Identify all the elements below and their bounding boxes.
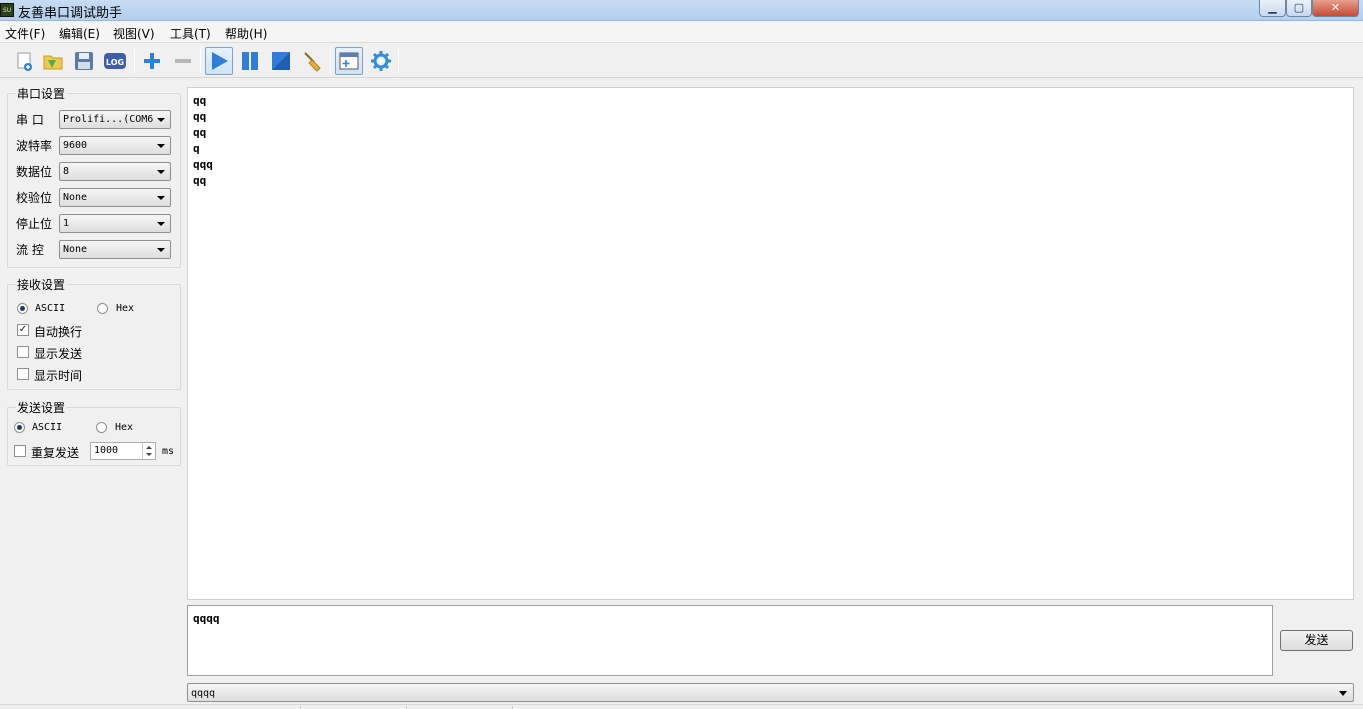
spin-down-icon[interactable] [146, 453, 152, 456]
flow-control-label: 流 控 [16, 243, 44, 257]
receive-line: q [193, 142, 200, 155]
toolbar-separator [134, 49, 135, 73]
layout-add-icon[interactable] [335, 47, 363, 75]
stop-bits-value: 1 [63, 218, 70, 229]
chevron-down-icon [157, 118, 165, 122]
app-icon: SU [0, 3, 14, 17]
receive-line: qq [193, 94, 207, 107]
receive-line: qqq [193, 158, 213, 171]
repeat-interval-spinbox[interactable]: 1000 [90, 442, 156, 460]
menu-tools[interactable]: 工具(T) [170, 25, 211, 42]
flow-control-combo[interactable]: None [59, 240, 171, 259]
menu-edit[interactable]: 编辑(E) [59, 25, 100, 42]
remove-icon[interactable] [169, 47, 197, 75]
receive-line: qq [193, 126, 207, 139]
show-time-label: 显示时间 [34, 369, 83, 383]
receive-settings-group: 接收设置 ASCII Hex ✓ 自动换行 显示发送 显示时间 [7, 276, 181, 390]
send-ascii-label: ASCII [32, 422, 63, 433]
repeat-send-label: 重复发送 [31, 446, 80, 460]
chevron-down-icon [157, 144, 165, 148]
port-combo[interactable]: Prolifi...(COM6 [59, 110, 171, 129]
repeat-send-checkbox[interactable] [14, 445, 26, 457]
menu-help[interactable]: 帮助(H) [225, 25, 267, 42]
parity-combo[interactable]: None [59, 188, 171, 207]
send-history-value: qqqq [191, 688, 216, 699]
show-send-label: 显示发送 [34, 347, 83, 361]
serial-settings-title: 串口设置 [16, 85, 67, 102]
add-icon[interactable] [138, 47, 166, 75]
send-ascii-radio[interactable] [14, 422, 25, 433]
chevron-down-icon [157, 170, 165, 174]
maximize-button[interactable]: ▢ [1286, 0, 1312, 17]
stop-icon[interactable] [267, 47, 295, 75]
flow-control-value: None [63, 244, 88, 255]
receive-hex-label: Hex [116, 303, 135, 314]
gear-icon[interactable] [367, 47, 395, 75]
send-text-area[interactable]: qqqq [187, 605, 1273, 676]
stop-bits-label: 停止位 [16, 217, 53, 231]
receive-line: qq [193, 174, 207, 187]
serial-settings-group: 串口设置 串 口 Prolifi...(COM6 波特率 9600 数据位 8 … [7, 85, 181, 268]
broom-clear-icon[interactable] [298, 47, 326, 75]
parity-value: None [63, 192, 88, 203]
auto-newline-label: 自动换行 [34, 325, 83, 339]
receive-line: qq [193, 110, 207, 123]
log-icon-text: LOG [106, 58, 124, 67]
baud-rate-label: 波特率 [16, 139, 53, 153]
chevron-down-icon [157, 222, 165, 226]
window-title: 友善串口调试助手 [18, 6, 123, 21]
baud-rate-value: 9600 [63, 140, 88, 151]
data-bits-label: 数据位 [16, 165, 53, 179]
open-folder-icon[interactable] [39, 47, 67, 75]
send-history-combo[interactable]: qqqq [187, 683, 1354, 702]
close-button[interactable]: ✕ [1312, 0, 1359, 17]
port-label: 串 口 [16, 113, 44, 127]
show-send-checkbox[interactable] [17, 346, 29, 358]
minimize-button[interactable]: ▁ [1259, 0, 1286, 17]
receive-ascii-radio[interactable] [17, 303, 28, 314]
status-bar [0, 704, 1363, 709]
toolbar-separator [398, 49, 399, 73]
log-icon[interactable]: LOG [101, 47, 129, 75]
data-bits-combo[interactable]: 8 [59, 162, 171, 181]
spin-buttons[interactable] [142, 443, 155, 459]
chevron-down-icon [157, 248, 165, 252]
repeat-interval-value: 1000 [94, 445, 119, 456]
title-bar: SU 友善串口调试助手 ▁ ▢ ✕ [0, 0, 1363, 21]
port-value: Prolifi...(COM6 [63, 114, 154, 125]
parity-label: 校验位 [16, 191, 53, 205]
send-hex-label: Hex [115, 422, 134, 433]
send-button[interactable]: 发送 [1280, 630, 1353, 651]
new-session-icon[interactable] [10, 47, 38, 75]
spin-up-icon[interactable] [146, 446, 152, 449]
play-icon[interactable] [205, 47, 233, 75]
stop-bits-combo[interactable]: 1 [59, 214, 171, 233]
interval-unit-label: ms [162, 446, 175, 457]
menu-view[interactable]: 视图(V) [113, 25, 155, 42]
menu-file[interactable]: 文件(F) [5, 25, 45, 42]
data-bits-value: 8 [63, 166, 70, 177]
baud-rate-combo[interactable]: 9600 [59, 136, 171, 155]
receive-settings-title: 接收设置 [16, 276, 67, 293]
chevron-down-icon [1339, 691, 1347, 696]
toolbar: LOG [0, 44, 1363, 78]
send-settings-title: 发送设置 [16, 399, 67, 416]
auto-newline-checkbox[interactable]: ✓ [17, 324, 29, 336]
save-icon[interactable] [70, 47, 98, 75]
chevron-down-icon [157, 196, 165, 200]
toolbar-separator [200, 49, 201, 73]
receive-text-area[interactable]: qq qq qq q qqq qq [187, 87, 1354, 600]
show-time-checkbox[interactable] [17, 368, 29, 380]
receive-hex-radio[interactable] [97, 303, 108, 314]
send-settings-group: 发送设置 ASCII Hex 重复发送 1000 ms [7, 399, 181, 466]
toolbar-separator [330, 49, 331, 73]
receive-ascii-label: ASCII [35, 303, 66, 314]
send-hex-radio[interactable] [96, 422, 107, 433]
menu-bar: 文件(F) 编辑(E) 视图(V) 工具(T) 帮助(H) [0, 22, 1363, 43]
pause-icon[interactable] [236, 47, 264, 75]
